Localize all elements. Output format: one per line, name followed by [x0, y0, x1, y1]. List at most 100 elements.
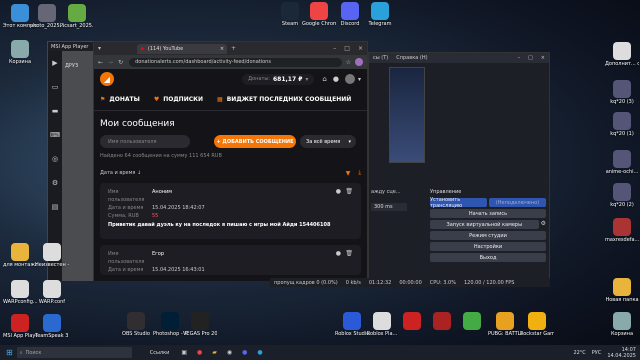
window-icon[interactable]: ▬	[52, 107, 59, 115]
donationalerts-logo-icon[interactable]: ◢	[100, 72, 114, 86]
exit-button[interactable]: Выход	[430, 253, 546, 262]
browser-window[interactable]: ▾ ▶ (114) YouTube × + – □ × ← → ↻ donati…	[93, 41, 368, 281]
play-icon[interactable]: ▶	[52, 59, 57, 67]
gamepad-icon[interactable]: ◎	[52, 155, 58, 163]
keyboard-icon[interactable]: ⌨	[50, 131, 60, 139]
bank-icon[interactable]: ⌂	[322, 75, 326, 83]
desktop-shortcut[interactable]: Photoshop - Ярлык	[153, 312, 187, 337]
forward-icon[interactable]: →	[108, 59, 113, 66]
obs-window[interactable]: сы (Т) Справка (Н) – □ × ажду сце... 300…	[368, 52, 550, 287]
minimize-icon[interactable]: –	[333, 45, 336, 52]
obs-icon	[127, 312, 145, 330]
desktop-shortcut[interactable]: Roblox Pla...	[365, 312, 399, 337]
obs-menu-item[interactable]: сы (Т)	[373, 55, 388, 61]
explorer-taskbar-icon[interactable]: ▰	[212, 349, 217, 356]
donor-name: Аноним	[152, 189, 173, 195]
desktop-shortcut[interactable]	[425, 312, 459, 331]
tab-search-icon[interactable]: ▾	[98, 45, 101, 52]
close-icon[interactable]: ×	[358, 45, 363, 52]
desktop-shortcut[interactable]: WARP.conf	[35, 280, 69, 305]
obs-taskbar-icon[interactable]: ◉	[227, 349, 232, 356]
chrome-taskbar-icon[interactable]: ●	[197, 349, 202, 356]
folder-icon[interactable]: ▭	[52, 83, 59, 91]
desktop-shortcut[interactable]: Telegram	[363, 2, 397, 27]
back-icon[interactable]: ←	[98, 59, 103, 66]
desktop-shortcut[interactable]: photo_2025...	[30, 4, 64, 29]
desktop-shortcut[interactable]: Google Chrome	[302, 2, 336, 27]
desktop-shortcut[interactable]: kq*20 (1)	[605, 112, 639, 137]
desktop-shortcut[interactable]: Новая папка	[605, 278, 639, 303]
obs-menu-help[interactable]: Справка (Н)	[396, 55, 427, 61]
desktop-shortcut[interactable]: MSI App Player	[3, 314, 37, 339]
start-stream-button[interactable]: Установить трансляцию	[430, 197, 487, 209]
minimize-icon[interactable]: –	[518, 55, 521, 61]
desktop-shortcut[interactable]: kq*20 (2)	[605, 183, 639, 208]
info-icon[interactable]: ●	[336, 250, 341, 257]
desktop-shortcut[interactable]: Roblox Studio	[335, 312, 369, 337]
tab-donations[interactable]: ⚑ ДОНАТЫ	[100, 96, 140, 103]
desktop-shortcut[interactable]: PUBG: BATTLEGR...	[488, 312, 522, 337]
desktop-shortcut[interactable]: TeamSpeak 3 Client	[35, 314, 69, 339]
tab-subscriptions[interactable]: ♥ ПОДПИСКИ	[154, 96, 203, 103]
tab-close-icon[interactable]: ×	[220, 46, 224, 52]
desktop-shortcut[interactable]: Корзина	[3, 40, 37, 65]
start-button[interactable]: ⊞	[6, 348, 13, 357]
language-indicator[interactable]: РУС	[592, 350, 602, 356]
discord-taskbar-icon[interactable]: ●	[242, 349, 247, 356]
studio-mode-button[interactable]: Режим студии	[430, 231, 546, 240]
desktop-shortcut[interactable]: Корзина	[605, 312, 639, 337]
clock-date[interactable]: 14.04.2025	[607, 353, 636, 359]
desktop-shortcut[interactable]	[455, 312, 489, 331]
desktop-shortcut[interactable]: kq*20 (3)	[605, 80, 639, 105]
delete-icon[interactable]: 🗑	[345, 188, 353, 195]
maximize-icon[interactable]: □	[344, 45, 350, 52]
close-icon[interactable]: ×	[541, 55, 545, 61]
duration-field[interactable]: 300 ms	[371, 203, 407, 211]
desktop-shortcut[interactable]: OBS Studio	[119, 312, 153, 337]
widgets-label[interactable]: Ссылки	[150, 350, 170, 356]
desktop-shortcut[interactable]	[395, 312, 429, 331]
desktop-shortcut[interactable]: anime-ochi...	[605, 150, 639, 175]
taskbar-search[interactable]: ⌕ Поиск	[16, 347, 132, 358]
url-field[interactable]: donationalerts.com/dashboard/activity-fe…	[129, 57, 342, 67]
desktop-shortcut[interactable]: Неизвестен - [Dub]sto...	[35, 243, 69, 268]
desktop-shortcut[interactable]: Discord	[333, 2, 367, 27]
browser-tab-youtube[interactable]: ▶ (114) YouTube ×	[137, 43, 228, 54]
download-icon[interactable]: ⤓	[358, 169, 361, 177]
desktop-shortcut[interactable]: VEGAS Pro 20.0	[183, 312, 217, 337]
delete-icon[interactable]: 🗑	[345, 250, 353, 257]
new-tab-button[interactable]: +	[231, 45, 236, 52]
settings-button[interactable]: Настройки	[430, 242, 546, 251]
desktop-shortcut[interactable]: Picsart_2025...	[60, 4, 94, 29]
star-icon[interactable]: ☆	[346, 59, 351, 66]
desktop-shortcut[interactable]: WARPconfig...	[3, 280, 37, 305]
info-icon[interactable]: ●	[336, 188, 341, 195]
bell-icon[interactable]: ●	[333, 75, 339, 83]
stream-time: 01:12:32	[368, 279, 392, 286]
task-view-icon[interactable]: ▣	[181, 349, 187, 356]
msi-window-title: MSI App Player	[51, 43, 89, 50]
add-message-button[interactable]: + ДОБАВИТЬ СООБЩЕНИЕ	[214, 135, 296, 148]
reload-icon[interactable]: ↻	[118, 59, 123, 66]
account-chevron-icon[interactable]: ▾	[358, 76, 361, 83]
sort-date-button[interactable]: Дата и время ↓	[100, 170, 141, 176]
game-icon	[433, 312, 451, 330]
desktop-shortcut[interactable]: maxresdefa...	[605, 218, 639, 243]
desktop-shortcut[interactable]: для монтажа	[3, 243, 37, 268]
period-select[interactable]: За всё время ▾	[300, 135, 356, 148]
start-recording-button[interactable]: Начать запись	[430, 209, 546, 218]
tab-last-messages-widget[interactable]: ▦ ВИДЖЕТ ПОСЛЕДНИХ СООБЩЕНИЙ	[217, 96, 351, 103]
chevron-down-icon[interactable]: ▾	[305, 76, 308, 83]
gear-icon[interactable]: ⚙	[541, 220, 546, 231]
desktop-shortcut[interactable]: Rockstar Games...	[520, 312, 554, 337]
desktop-shortcut[interactable]: Дополнит... сведения...	[605, 42, 639, 67]
virtual-camera-button[interactable]: Запуск виртуальной камеры	[430, 220, 539, 229]
telegram-taskbar-icon[interactable]: ●	[257, 349, 262, 356]
filter-icon[interactable]: ▼	[346, 170, 351, 177]
profile-avatar[interactable]	[355, 58, 363, 66]
user-avatar[interactable]	[344, 74, 355, 84]
settings-icon[interactable]: ⚙	[52, 179, 58, 187]
username-search-input[interactable]: Имя пользователя	[100, 135, 190, 148]
maximize-icon[interactable]: □	[528, 55, 533, 61]
more-icon[interactable]: ▤	[52, 203, 59, 211]
